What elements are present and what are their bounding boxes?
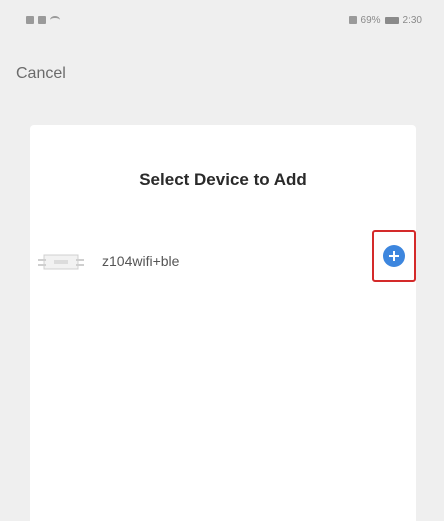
screen: 69% 2:30 Cancel Select Device to Add z10… — [0, 0, 444, 521]
plus-circle-icon — [383, 245, 405, 267]
plus-icon — [389, 251, 399, 261]
status-bar: 69% 2:30 — [0, 0, 444, 40]
battery-percent: 69% — [360, 14, 381, 26]
signal-icon — [38, 16, 46, 24]
alarm-icon — [348, 16, 357, 24]
status-time: 2:30 — [402, 14, 422, 26]
page-title: Select Device to Add — [139, 170, 307, 189]
status-left — [26, 16, 60, 24]
wifi-icon — [50, 16, 60, 24]
status-right: 69% 2:30 — [348, 14, 422, 26]
device-name: z104wifi+ble — [102, 253, 180, 269]
device-card: Select Device to Add z104wifi+ble — [30, 125, 416, 521]
add-device-button[interactable] — [372, 230, 416, 282]
cancel-button[interactable]: Cancel — [16, 65, 66, 83]
top-bar: Cancel — [0, 52, 444, 96]
notification-icon — [26, 16, 34, 24]
device-module-icon — [38, 254, 84, 270]
battery-icon — [384, 16, 399, 24]
device-row[interactable]: z104wifi+ble — [30, 237, 416, 287]
